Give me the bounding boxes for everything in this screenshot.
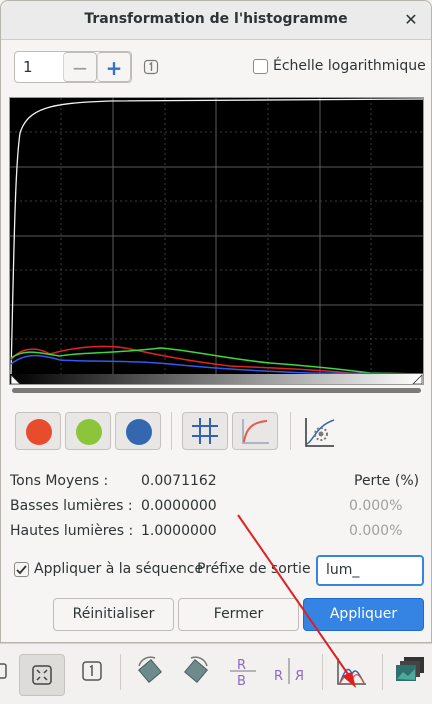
increment-button[interactable]: + <box>97 52 131 82</box>
flip-rb-icon[interactable]: R B <box>226 654 260 688</box>
apply-button[interactable]: Appliquer <box>303 598 424 631</box>
fit-button[interactable] <box>19 654 65 696</box>
bottom-separator-1 <box>120 654 121 690</box>
log-scale-label[interactable]: Échelle logarithmique <box>273 58 426 74</box>
grid-icon <box>192 418 218 444</box>
dialog-title: Transformation de l'histogramme <box>84 11 348 27</box>
output-prefix-input[interactable]: lum_ <box>316 555 424 586</box>
highlights-value: 1.0000000 <box>141 523 217 539</box>
blue-dot-icon <box>126 419 152 445</box>
fit-icon <box>32 665 52 685</box>
histogram-canvas[interactable] <box>10 98 424 385</box>
histogram-icon[interactable] <box>334 654 368 688</box>
close-icon[interactable]: ✕ <box>399 8 423 32</box>
bottom-separator-2 <box>322 654 323 690</box>
toolbar-separator-2 <box>290 412 291 450</box>
image-stack-icon[interactable] <box>394 654 428 688</box>
midtones-label: Tons Moyens : <box>10 473 109 489</box>
bottom-separator-3 <box>382 654 383 690</box>
shadows-value: 0.0000000 <box>141 498 217 514</box>
apply-sequence-checkbox[interactable] <box>14 562 29 577</box>
close-button[interactable]: Fermer <box>178 598 299 631</box>
histogram-dialog: Transformation de l'histogramme ✕ 1 − + … <box>0 0 432 643</box>
shadows-loss: 0.000% <box>349 498 403 514</box>
histogram-display-icon[interactable] <box>302 414 338 450</box>
channel-spin-value[interactable]: 1 <box>23 58 33 76</box>
apply-sequence-label[interactable]: Appliquer à la séquence <box>34 561 203 577</box>
svg-text:B: B <box>237 674 246 688</box>
midtones-value: 0.0071162 <box>141 473 217 489</box>
curve-toggle-button[interactable] <box>232 412 278 450</box>
output-prefix-label: Préfixe de sortie : <box>197 561 320 577</box>
checkmark-icon <box>16 565 27 575</box>
highlights-label: Hautes lumières : <box>10 523 134 539</box>
shadows-label: Basses lumières : <box>10 498 133 514</box>
frame-icon[interactable] <box>0 654 8 688</box>
bottom-toolbar: R B R R <box>0 643 432 704</box>
curve-icon <box>242 419 269 444</box>
highlights-loss: 0.000% <box>349 523 403 539</box>
histogram-scrollbar[interactable] <box>12 388 421 393</box>
green-channel-button[interactable] <box>65 412 111 450</box>
svg-text:R: R <box>274 669 283 684</box>
output-prefix-value[interactable]: lum_ <box>326 562 359 578</box>
red-dot-icon <box>26 419 52 445</box>
log-scale-checkbox[interactable] <box>253 59 268 74</box>
red-channel-button[interactable] <box>15 412 61 450</box>
channel-spinbutton[interactable]: 1 − + <box>14 51 132 83</box>
rotate-right-icon[interactable] <box>179 654 213 688</box>
blue-channel-button[interactable] <box>115 412 161 450</box>
green-dot-icon <box>76 419 102 445</box>
histogram-plot[interactable] <box>9 97 424 385</box>
number-one-icon[interactable] <box>143 59 159 75</box>
rotate-left-icon[interactable] <box>133 654 167 688</box>
small-frame-icon[interactable] <box>76 654 110 688</box>
decrement-button[interactable]: − <box>63 52 97 82</box>
grid-toggle-button[interactable] <box>182 412 228 450</box>
loss-header: Perte (%) <box>354 473 420 489</box>
mirror-icon[interactable]: R R <box>272 654 306 688</box>
svg-text:R: R <box>295 669 304 684</box>
titlebar: Transformation de l'histogramme ✕ <box>1 1 431 40</box>
toolbar-separator <box>171 412 172 450</box>
reset-button[interactable]: Réinitialiser <box>53 598 174 631</box>
